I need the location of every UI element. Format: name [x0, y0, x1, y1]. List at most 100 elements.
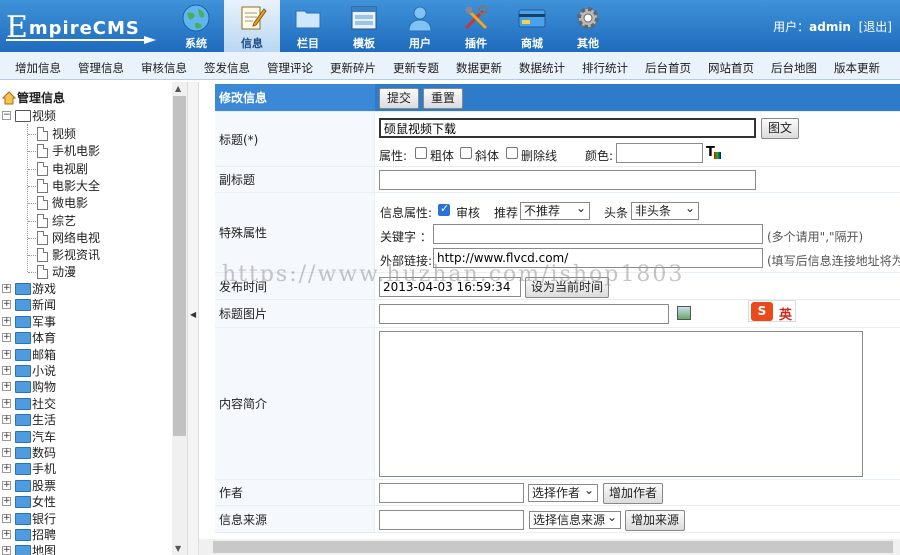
expand-icon[interactable]: +: [2, 366, 11, 375]
headline-select[interactable]: 非头条: [631, 200, 699, 220]
globe-icon: [182, 4, 210, 32]
nav-column[interactable]: 栏目: [280, 0, 336, 52]
submenu-bar: 增加信息 管理信息 审核信息 签发信息 管理评论 更新碎片 更新专题 数据更新 …: [0, 52, 900, 80]
tree-scrollbar[interactable]: ▲ ▼: [172, 82, 187, 555]
subtitle-input[interactable]: [379, 170, 756, 190]
expand-icon[interactable]: +: [2, 300, 11, 310]
color-picker-icon[interactable]: T: [706, 145, 721, 160]
collapse-left-icon[interactable]: ◀: [190, 310, 196, 319]
submenu-data-update[interactable]: 数据更新: [456, 60, 502, 76]
logout-link[interactable]: [退出]: [859, 20, 892, 34]
nav-shop[interactable]: 商城: [504, 0, 560, 52]
submenu-manage-comments[interactable]: 管理评论: [267, 60, 313, 76]
submenu-add-info[interactable]: 增加信息: [15, 60, 61, 76]
special-attr-label: 特殊属性: [215, 193, 375, 272]
collapse-icon[interactable]: −: [2, 111, 11, 120]
nav-user[interactable]: 用户: [392, 0, 448, 52]
review-checkbox[interactable]: [438, 202, 450, 216]
expand-icon[interactable]: +: [2, 480, 11, 490]
intro-label: 内容简介: [215, 328, 375, 479]
nav-label: 信息: [241, 37, 263, 50]
tree-child-label: 微电影: [52, 196, 89, 211]
ime-mode: 英: [779, 308, 793, 323]
strike-checkbox[interactable]: [506, 147, 518, 159]
nav-template[interactable]: 模板: [336, 0, 392, 52]
expand-icon[interactable]: +: [2, 513, 11, 523]
scroll-up-icon[interactable]: ▲: [175, 84, 181, 93]
submenu-update-fragments[interactable]: 更新碎片: [330, 60, 376, 76]
title-image-button[interactable]: 图文: [761, 118, 799, 139]
scroll-down-icon[interactable]: ▼: [175, 544, 181, 553]
color-input[interactable]: [616, 143, 703, 163]
image-upload-icon[interactable]: [677, 306, 691, 320]
expand-icon[interactable]: +: [2, 316, 11, 326]
folder-icon: [295, 10, 321, 29]
nav-info[interactable]: 信息: [224, 0, 280, 52]
nav-other[interactable]: 其他: [560, 0, 616, 52]
tree-node-label: 数码: [32, 446, 57, 460]
edit-info-form: 修改信息 提交 重置 标题(*) 图文 属性: 粗体 斜体 删除线 颜色: T …: [215, 84, 900, 539]
expand-icon[interactable]: +: [2, 431, 11, 441]
submenu-review-info[interactable]: 审核信息: [141, 60, 187, 76]
recommend-select[interactable]: 不推荐: [520, 200, 590, 220]
submenu-update-topics[interactable]: 更新专题: [393, 60, 439, 76]
user-icon: [408, 6, 432, 32]
add-author-button[interactable]: 增加作者: [603, 483, 663, 504]
expand-icon[interactable]: +: [2, 382, 11, 392]
form-header-label: 修改信息: [215, 84, 375, 111]
title-input[interactable]: [379, 118, 756, 138]
expand-icon[interactable]: +: [2, 415, 11, 425]
submenu-manage-info[interactable]: 管理信息: [78, 60, 124, 76]
panel-splitter[interactable]: ◀: [187, 82, 199, 555]
tree-child-label: 手机电影: [52, 144, 101, 159]
document-icon: [37, 230, 48, 245]
expand-icon[interactable]: +: [2, 497, 11, 507]
template-window-icon: [351, 6, 377, 30]
submenu-data-stats[interactable]: 数据统计: [519, 60, 565, 76]
bold-checkbox[interactable]: [415, 147, 427, 159]
author-input[interactable]: [379, 483, 524, 503]
expand-icon[interactable]: +: [2, 284, 11, 293]
scroll-thumb[interactable]: [173, 96, 186, 436]
submenu-version-update[interactable]: 版本更新: [834, 60, 880, 76]
author-row: 作者 选择作者 增加作者: [215, 480, 900, 506]
reset-button[interactable]: 重置: [423, 88, 463, 109]
credit-card-icon: [518, 9, 546, 28]
source-select[interactable]: 选择信息来源: [529, 509, 621, 529]
folder-icon: [15, 315, 31, 328]
tree-node-label: 招聘: [32, 528, 57, 542]
folder-icon: [15, 414, 31, 427]
expand-icon[interactable]: +: [2, 530, 11, 539]
nav-system[interactable]: 系统: [168, 0, 224, 52]
user-label: 用户：: [773, 20, 810, 34]
document-icon: [37, 265, 48, 280]
italic-checkbox[interactable]: [460, 147, 472, 159]
submenu-admin-map[interactable]: 后台地图: [771, 60, 817, 76]
horizontal-scrollbar[interactable]: [199, 539, 900, 555]
bold-label: 粗体: [430, 149, 455, 163]
titlepic-input[interactable]: [379, 304, 669, 324]
expand-icon[interactable]: +: [2, 448, 11, 457]
add-source-button[interactable]: 增加来源: [625, 510, 685, 531]
nav-plugin[interactable]: 插件: [448, 0, 504, 52]
submenu-sign-info[interactable]: 签发信息: [204, 60, 250, 76]
submenu-admin-home[interactable]: 后台首页: [645, 60, 691, 76]
gear-icon: [577, 7, 599, 29]
scroll-thumb[interactable]: [213, 541, 893, 553]
source-input[interactable]: [379, 510, 524, 530]
tree-node-label: 视频: [32, 109, 57, 123]
nav-label: 插件: [465, 37, 487, 50]
expand-icon[interactable]: +: [2, 464, 11, 474]
expand-icon[interactable]: +: [2, 546, 11, 555]
title-label: 标题(*): [215, 112, 375, 166]
author-select[interactable]: 选择作者: [528, 482, 598, 502]
expand-icon[interactable]: +: [2, 398, 11, 408]
intro-textarea[interactable]: [379, 331, 863, 477]
tree-node-label: 体育: [32, 331, 57, 346]
submit-button[interactable]: 提交: [379, 88, 419, 109]
expand-icon[interactable]: +: [2, 349, 11, 359]
keyword-input[interactable]: [433, 224, 763, 244]
submenu-rank-stats[interactable]: 排行统计: [582, 60, 628, 76]
expand-icon[interactable]: +: [2, 333, 11, 343]
submenu-site-home[interactable]: 网站首页: [708, 60, 754, 76]
